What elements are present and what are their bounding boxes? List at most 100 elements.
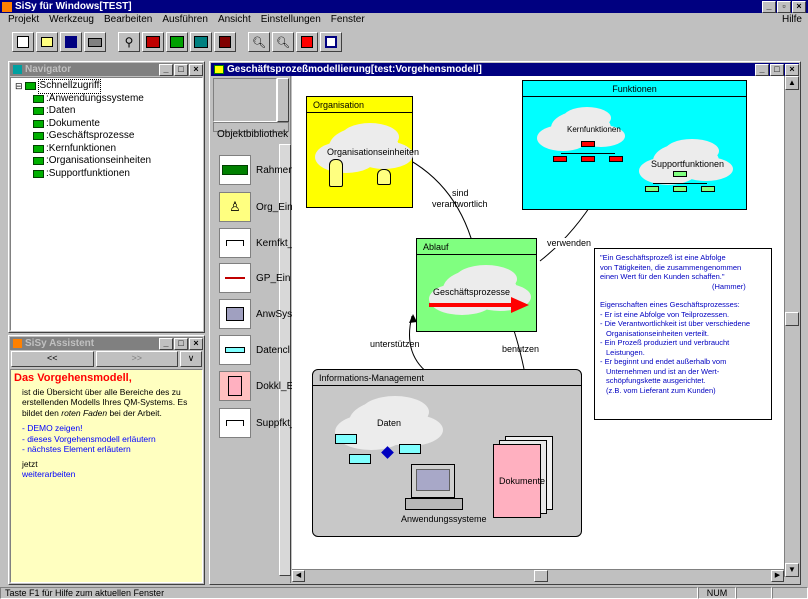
zoom-out-button[interactable]: 🔍︎: [272, 32, 294, 52]
tree-icon: [194, 36, 208, 48]
demo-link[interactable]: - DEMO zeigen!: [14, 423, 199, 434]
navigator-minimize-button[interactable]: _: [159, 63, 173, 76]
note-line: Unternehmen und ist an der Wert-: [606, 366, 720, 376]
print-button[interactable]: [84, 32, 106, 52]
navigator-maximize-button[interactable]: □: [174, 63, 188, 76]
library-item-anwsys[interactable]: AnwSys: [215, 295, 295, 333]
tree-item[interactable]: :Geschäftsprozesse: [15, 130, 198, 143]
library-item-daten[interactable]: Datencl: [215, 331, 295, 369]
scroll-left-button[interactable]: ◀: [292, 570, 305, 582]
next-element-link[interactable]: - nächstes Element erläutern: [14, 444, 199, 455]
tree-root-label[interactable]: Schnellzugriff: [37, 79, 102, 94]
grid-button[interactable]: [166, 32, 188, 52]
new-button[interactable]: [12, 32, 34, 52]
menu-einstellungen[interactable]: Einstellungen: [261, 13, 321, 27]
library-item-suppfkt[interactable]: Suppfkt_: [215, 404, 295, 442]
menu-fenster[interactable]: Fenster: [331, 13, 365, 27]
assistant-back-button[interactable]: <<: [11, 351, 94, 367]
menu-ansicht[interactable]: Ansicht: [218, 13, 251, 27]
zoom-in-icon: 🔍︎: [252, 36, 266, 49]
process-arrowhead-icon: [511, 297, 529, 313]
diagram-maximize-button[interactable]: □: [770, 63, 784, 76]
menu-werkzeug[interactable]: Werkzeug: [49, 13, 94, 27]
menu-projekt[interactable]: Projekt: [8, 13, 39, 27]
funktionen-box[interactable]: Funktionen Kernfunktionen Supportfunktio…: [522, 80, 747, 210]
diagram-vscroll[interactable]: ▲ ▼: [784, 76, 799, 577]
note-line: Leistungen.: [606, 347, 645, 357]
support-hierarchy-icon: [645, 171, 715, 193]
tree-item[interactable]: :Kernfunktionen: [15, 143, 198, 156]
save-icon: [65, 36, 77, 48]
diagram-hscroll[interactable]: ◀ ▶: [292, 569, 784, 582]
close-button[interactable]: ×: [792, 0, 806, 13]
continue-link[interactable]: weiterarbeiten: [14, 469, 199, 480]
computer-base-icon: [405, 498, 463, 510]
assistant-close-button[interactable]: ×: [189, 337, 203, 350]
organisation-box[interactable]: Organisation Organisationseinheiten: [306, 96, 419, 208]
hscroll-thumb[interactable]: [534, 570, 548, 582]
export-button[interactable]: [214, 32, 236, 52]
tree-item[interactable]: :Supportfunktionen: [15, 168, 198, 181]
funktionen-title: Funktionen: [523, 81, 746, 97]
tree-item[interactable]: :Organisationseinheiten: [15, 155, 198, 168]
tree-item[interactable]: :Anwendungssysteme: [15, 93, 198, 106]
library-item-rahmen[interactable]: Rahmen: [215, 151, 295, 189]
library-item-gp[interactable]: GP_Ein: [215, 259, 295, 297]
folder-icon: [33, 132, 44, 141]
tree-item[interactable]: :Daten: [15, 105, 198, 118]
ablauf-box[interactable]: Ablauf Geschäftsprozesse: [416, 238, 537, 332]
tree-item[interactable]: :Dokumente: [15, 118, 198, 131]
note-box[interactable]: "Ein Geschäftsprozeß ist eine Abfolge vo…: [594, 248, 772, 420]
library-item-dokument[interactable]: Dokkl_E: [215, 367, 295, 405]
jetzt-label: jetzt: [22, 458, 38, 469]
edge-label-benutzen: benutzen: [502, 344, 540, 354]
scroll-down-button[interactable]: ▼: [785, 563, 799, 577]
minimize-button[interactable]: _: [762, 0, 776, 13]
status-num: NUM: [698, 587, 736, 599]
navigator-close-button[interactable]: ×: [189, 63, 203, 76]
library-item-org[interactable]: ♙ Org_Ein: [215, 188, 295, 226]
library-item-kernfkt[interactable]: Kernfkt_: [215, 224, 295, 262]
zoom-in-button[interactable]: 🔍︎: [248, 32, 270, 52]
note-line: Organisationseinheiten verteilt.: [606, 328, 709, 338]
assistant-menu-button[interactable]: ∨: [180, 351, 202, 367]
menu-bearbeiten[interactable]: Bearbeiten: [104, 13, 152, 27]
image-button[interactable]: [142, 32, 164, 52]
note-line: - Er beginnt und endet außerhalb vom: [600, 357, 727, 366]
ablauf-title: Ablauf: [417, 239, 536, 255]
tools-icon: [301, 36, 313, 48]
assistant-forward-button[interactable]: >>: [95, 351, 178, 367]
note-quote-line: "Ein Geschäftsprozeß ist eine Abfolge: [600, 253, 726, 262]
save-button[interactable]: [60, 32, 82, 52]
assistant-maximize-button[interactable]: □: [174, 337, 188, 350]
restore-button[interactable]: ▫: [777, 0, 791, 13]
tree-root[interactable]: ⊟ Schnellzugriff: [15, 79, 198, 94]
vscroll-thumb[interactable]: [785, 312, 799, 326]
assistant-minimize-button[interactable]: _: [159, 337, 173, 350]
navigator-tree: ⊟ Schnellzugriff :Anwendungssysteme :Date…: [10, 77, 203, 331]
diagram-canvas[interactable]: Organisation Organisationseinheiten Funk…: [292, 76, 784, 577]
info-management-box[interactable]: Informations-Management Daten Dokumente …: [312, 369, 582, 537]
frame-icon: [219, 155, 251, 185]
tree-button[interactable]: [190, 32, 212, 52]
find-button[interactable]: ⚲: [118, 32, 140, 52]
menu-hilfe[interactable]: Hilfe: [782, 13, 802, 27]
data-entity-icon: [399, 444, 421, 454]
library-vscroll[interactable]: [277, 78, 289, 122]
window-icon: [325, 36, 337, 48]
scroll-right-button[interactable]: ▶: [771, 570, 784, 582]
binoculars-icon: ⚲: [124, 35, 134, 49]
open-button[interactable]: [36, 32, 58, 52]
explain-model-link[interactable]: - dieses Vorgehensmodell erläutern: [14, 434, 199, 445]
diagram-minimize-button[interactable]: _: [755, 63, 769, 76]
person-icon: [377, 169, 391, 185]
edge-label-verantwortlich: verantwortlich: [432, 199, 488, 209]
diagram-close-button[interactable]: ×: [785, 63, 799, 76]
window-button[interactable]: [320, 32, 342, 52]
organisation-label: Organisationseinheiten: [327, 147, 420, 157]
tools-button[interactable]: [296, 32, 318, 52]
note-line: - Die Verantwortlichkeit ist über versch…: [600, 319, 751, 328]
scroll-up-button[interactable]: ▲: [785, 76, 799, 90]
folder-icon: [33, 144, 44, 153]
menu-ausfuehren[interactable]: Ausführen: [162, 13, 208, 27]
